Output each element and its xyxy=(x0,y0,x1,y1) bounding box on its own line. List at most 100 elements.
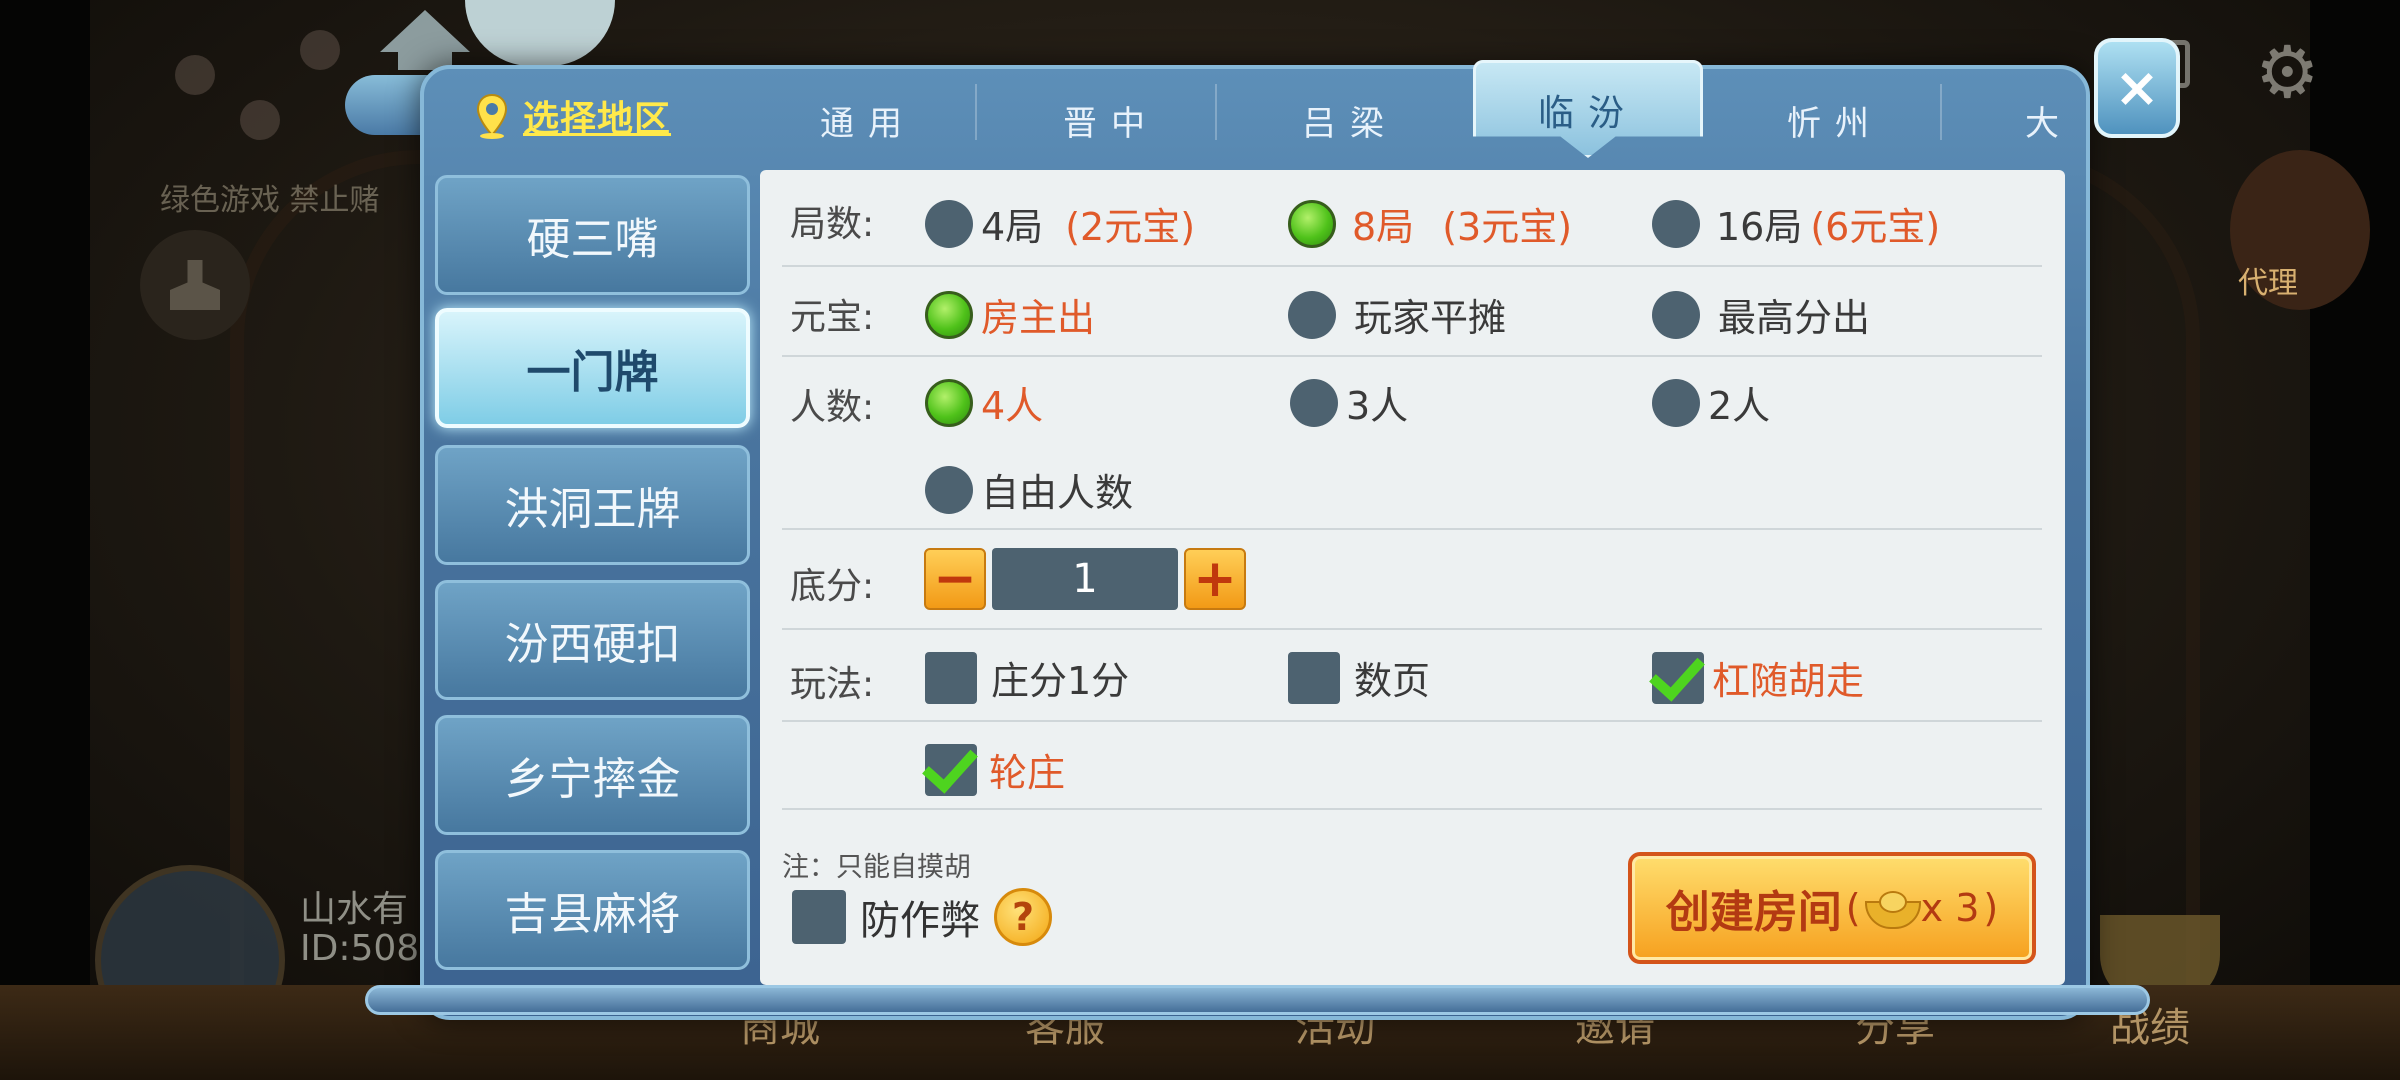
row-divider xyxy=(782,628,2042,630)
tab-divider xyxy=(1940,84,1942,140)
option-label: 4局 xyxy=(981,205,1044,249)
radio-selected-icon xyxy=(1288,199,1336,248)
ingot-option-split[interactable]: 玩家平摊 xyxy=(1288,287,1506,342)
rule-option-kong-follows-win[interactable]: 杠随胡走 xyxy=(1652,650,1864,705)
game-item-yingsanzui[interactable]: 硬三嘴 xyxy=(435,175,750,295)
cost-paren: ( xyxy=(1845,886,1861,930)
plus-button[interactable]: + xyxy=(1184,548,1246,610)
close-icon: × xyxy=(2114,56,2160,119)
option-label: 4人 xyxy=(981,384,1044,428)
tab-general[interactable]: 通用 xyxy=(820,96,916,145)
checkbox-checked-icon xyxy=(1652,651,1704,704)
radio-icon xyxy=(1288,290,1336,339)
checkbox-icon xyxy=(1288,651,1340,704)
radio-selected-icon xyxy=(925,378,973,427)
players-label: 人数: xyxy=(790,387,875,428)
username: 山水有 xyxy=(300,889,409,930)
rules-label: 玩法: xyxy=(790,664,875,705)
radio-icon xyxy=(1652,378,1700,427)
base-score-stepper: − 1 + xyxy=(924,548,1246,610)
region-selector[interactable]: 选择地区 xyxy=(475,90,671,142)
dialog-bottom-rail xyxy=(365,985,2150,1015)
checkbox-icon xyxy=(792,890,846,944)
green-gaming-notice: 绿色游戏 禁止赌 xyxy=(160,183,380,218)
ingot-label: 元宝: xyxy=(790,297,875,338)
option-label: 杠随胡走 xyxy=(1712,659,1865,703)
option-label: 数页 xyxy=(1354,659,1431,703)
tab-da[interactable]: 大 xyxy=(2025,96,2073,145)
region-selector-label: 选择地区 xyxy=(523,99,672,140)
tab-xinzhou[interactable]: 忻州 xyxy=(1787,96,1883,145)
stamp-icon[interactable] xyxy=(140,230,250,340)
rule-option-count-pages[interactable]: 数页 xyxy=(1288,650,1430,705)
blossom-decoration xyxy=(175,55,215,95)
agent-label: 代理 xyxy=(2238,266,2298,301)
blossom-decoration xyxy=(240,100,280,140)
players-option-3[interactable]: 3人 xyxy=(1290,375,1408,430)
rule-option-rotate-dealer[interactable]: 轮庄 xyxy=(925,742,1065,797)
radio-icon xyxy=(925,199,973,248)
ingot-option-host[interactable]: 房主出 xyxy=(925,287,1095,342)
row-divider xyxy=(782,265,2042,267)
checkbox-checked-icon xyxy=(925,743,977,796)
game-item-yimenpai[interactable]: 一门牌 xyxy=(435,308,750,428)
option-label: 16局 xyxy=(1716,205,1803,249)
close-button[interactable]: × xyxy=(2094,38,2180,138)
base-score-value: 1 xyxy=(992,548,1178,610)
tab-divider xyxy=(1215,84,1217,140)
tab-lvliang[interactable]: 吕梁 xyxy=(1302,96,1398,145)
tab-divider xyxy=(975,84,977,140)
rounds-option-4[interactable]: 4局 (2元宝) xyxy=(925,196,1195,251)
rule-note: 注：只能自摸胡 xyxy=(782,852,971,883)
game-item-fenxiyingkou[interactable]: 汾西硬扣 xyxy=(435,580,750,700)
players-option-4[interactable]: 4人 xyxy=(925,375,1043,430)
blossom-decoration xyxy=(300,30,340,70)
anti-cheat-label: 防作弊 xyxy=(860,898,980,944)
option-cost: (2元宝) xyxy=(1065,205,1196,249)
option-label: 房主出 xyxy=(981,296,1096,340)
user-id: ID:508 xyxy=(300,928,420,969)
create-room-button[interactable]: 创建房间 ( x 3 ) xyxy=(1628,852,2036,964)
ingot-option-top-scorer[interactable]: 最高分出 xyxy=(1652,287,1870,342)
radio-icon xyxy=(1290,378,1338,427)
rounds-label: 局数: xyxy=(790,204,875,245)
radio-selected-icon xyxy=(925,290,973,339)
tab-jinzhong[interactable]: 晋中 xyxy=(1063,96,1159,145)
players-option-free[interactable]: 自由人数 xyxy=(925,462,1133,517)
option-label: 8局 xyxy=(1352,205,1415,249)
radio-icon xyxy=(1652,199,1700,248)
cost-paren: ) xyxy=(1983,886,1999,930)
moon-decoration xyxy=(465,0,615,66)
row-divider xyxy=(782,528,2042,530)
rounds-option-8[interactable]: 8局 (3元宝) xyxy=(1288,196,1572,251)
option-label: 3人 xyxy=(1346,384,1409,428)
option-label: 轮庄 xyxy=(989,751,1066,795)
anti-cheat-option[interactable]: 防作弊 ? xyxy=(792,888,1052,946)
base-score-label: 底分: xyxy=(790,566,875,607)
option-cost: (3元宝) xyxy=(1442,205,1573,249)
tab-linfen-label: 临汾 xyxy=(1537,93,1638,134)
row-divider xyxy=(782,720,2042,722)
game-item-hongdongwangpai[interactable]: 洪洞王牌 xyxy=(435,445,750,565)
game-item-jixianmajiang[interactable]: 吉县麻将 xyxy=(435,850,750,970)
pagoda-decoration xyxy=(380,10,470,70)
players-option-2[interactable]: 2人 xyxy=(1652,375,1770,430)
game-item-xiangningshuaijin[interactable]: 乡宁摔金 xyxy=(435,715,750,835)
option-label: 最高分出 xyxy=(1718,296,1871,340)
rounds-option-16[interactable]: 16局 (6元宝) xyxy=(1652,196,1940,251)
option-cost: (6元宝) xyxy=(1810,205,1941,249)
ingot-cost: x 3 xyxy=(1920,886,1980,930)
rule-option-dealer-score[interactable]: 庄分1分 xyxy=(925,650,1129,705)
option-label: 庄分1分 xyxy=(991,659,1130,703)
help-icon[interactable]: ? xyxy=(994,888,1052,946)
option-label: 2人 xyxy=(1708,384,1771,428)
gold-ingot-icon xyxy=(1864,891,1921,929)
minus-button[interactable]: − xyxy=(924,548,986,610)
left-edge xyxy=(0,0,90,1080)
gear-icon[interactable]: ⚙ xyxy=(2255,30,2320,114)
radio-icon xyxy=(1652,290,1700,339)
row-divider xyxy=(782,808,2042,810)
row-divider xyxy=(782,355,2042,357)
option-label: 玩家平摊 xyxy=(1354,296,1507,340)
option-label: 自由人数 xyxy=(981,471,1134,515)
